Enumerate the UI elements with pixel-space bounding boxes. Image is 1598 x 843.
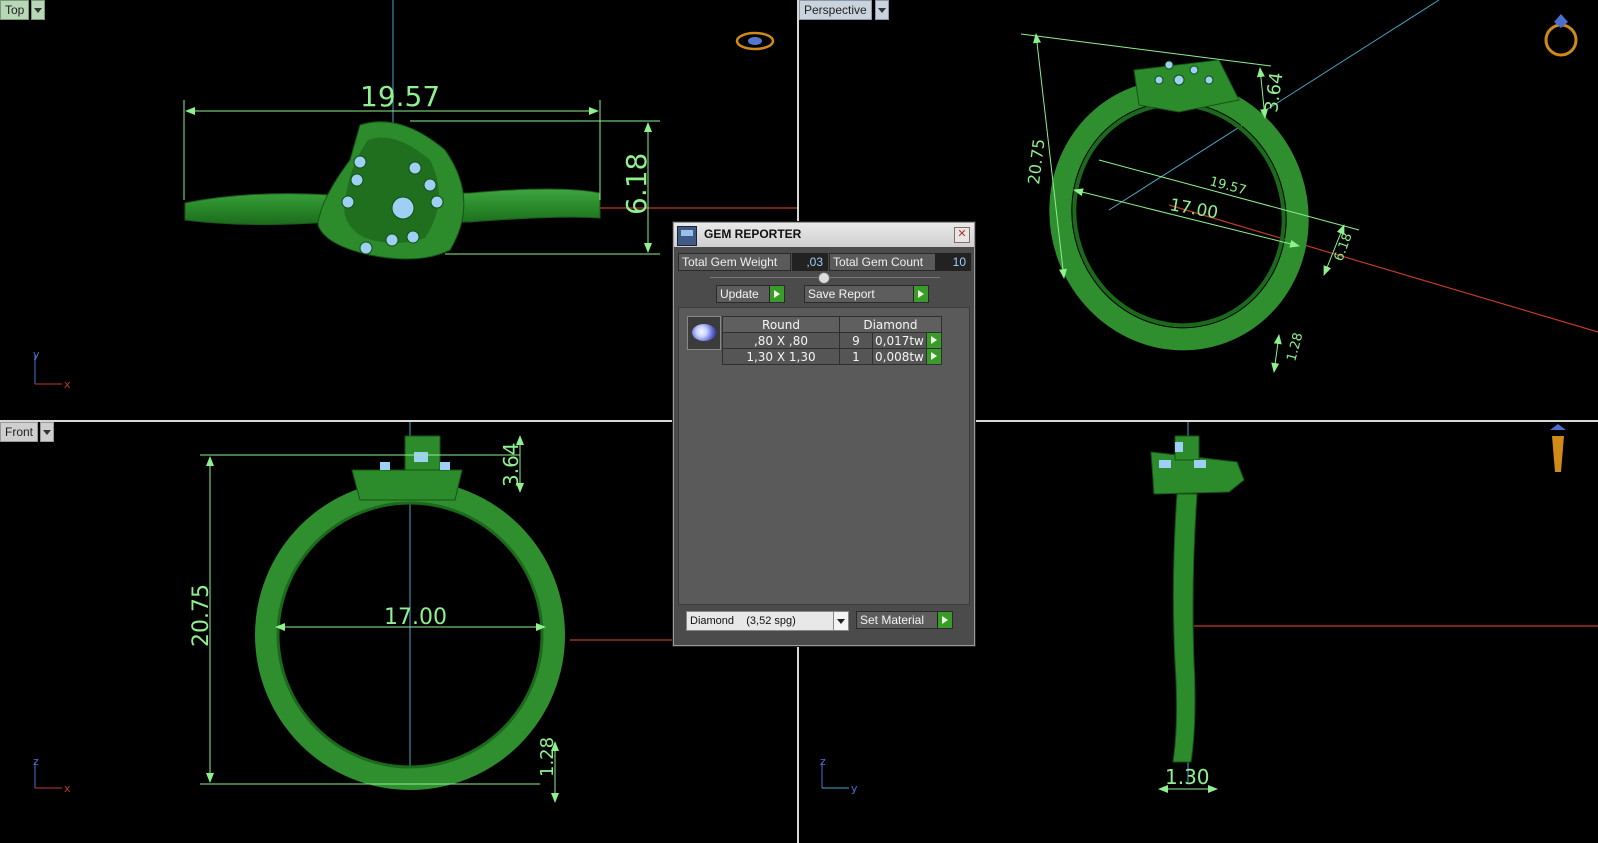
slider-handle[interactable] [818,272,830,284]
viewport-perspective-menu-button[interactable] [875,0,889,20]
dim-front-inner: 17.00 [384,605,447,630]
close-icon[interactable]: ✕ [954,227,970,243]
gem-weight-cell: 0,017tw [872,332,927,349]
viewport-perspective-tab[interactable]: Perspective [799,0,872,20]
total-gem-weight-value: ,03 [792,253,828,271]
svg-text:y: y [33,348,40,361]
viewport-perspective-label: Perspective [804,3,867,17]
axis-triad-top: y x [33,348,71,391]
update-button[interactable]: Update [716,285,785,303]
table-row[interactable]: ,80 X ,80 9 0,017tw [722,332,942,349]
dim-persp-top: 3.64 [1261,71,1287,114]
dim-front-height: 20.75 [189,584,214,647]
gem-type-header: Diamond [839,316,942,333]
axis-triad-right: z y [820,755,858,795]
gem-table: Round Diamond ,80 X ,80 9 0,017tw 1,30 X… [722,316,942,365]
select-gems-arrow-icon[interactable] [925,348,942,365]
set-material-button-label: Set Material [860,613,925,627]
viewport-front-label: Front [5,425,34,439]
dim-persp-height: 20.75 [1024,138,1048,186]
dim-side-width: 1.30 [1165,765,1210,789]
gem-list-area[interactable]: Round Diamond ,80 X ,80 9 0,017tw 1,30 X… [678,307,970,605]
material-select-value: Diamond (3,52 spg) [690,615,796,627]
select-gems-arrow-icon[interactable] [925,332,942,349]
dim-persp-inner: 17.00 [1168,195,1219,223]
viewport-top-menu-button[interactable] [31,0,45,20]
ring-thumbnail-icon [735,31,775,51]
svg-text:z: z [820,755,826,768]
ring-diamond-thumbnail-icon [1544,14,1578,57]
total-gem-weight-label: Total Gem Weight [678,253,791,271]
save-report-button-label: Save Report [808,287,875,301]
dim-front-top: 3.64 [499,442,523,487]
play-arrow-icon [913,286,928,302]
gem-count-cell: 9 [839,332,873,349]
svg-text:z: z [33,755,39,768]
play-arrow-icon [937,612,952,628]
gem-shape-header: Round [722,316,840,333]
gem-count-cell: 1 [839,348,873,365]
viewport-front-menu-button[interactable] [40,422,54,442]
total-gem-count-value: 10 [935,253,971,271]
gem-size-cell: ,80 X ,80 [722,332,840,349]
svg-text:x: x [64,782,71,795]
dim-front-band: 1.28 [537,737,558,777]
viewport-top-tab[interactable]: Top [0,0,30,20]
chevron-down-icon[interactable] [833,612,848,630]
save-report-button[interactable]: Save Report [804,285,929,303]
gem-reporter-dialog[interactable]: GEM REPORTER ✕ Total Gem Weight ,03 Tota… [673,222,975,646]
set-material-button[interactable]: Set Material [856,611,953,629]
round-gem-icon[interactable] [687,316,721,350]
ring-side-thumbnail-icon [1550,424,1566,472]
total-gem-count-label: Total Gem Count [829,253,937,271]
viewport-top-label: Top [5,3,25,17]
axis-triad-front: z x [33,755,71,795]
gem-reporter-title: GEM REPORTER [704,227,802,241]
gem-reporter-titlebar[interactable]: GEM REPORTER ✕ [674,223,974,247]
dim-top-height: 6.18 [620,153,653,215]
dim-persp-depth: 6.18 [1332,231,1356,263]
table-row[interactable]: 1,30 X 1,30 1 0,008tw [722,348,942,365]
dim-persp-band: 1.28 [1284,331,1306,363]
svg-text:x: x [64,378,71,391]
gem-reporter-app-icon [677,226,697,246]
svg-text:y: y [851,782,858,795]
gem-size-cell: 1,30 X 1,30 [722,348,840,365]
dim-top-width: 19.57 [360,80,440,113]
update-button-label: Update [720,287,759,301]
material-select[interactable]: Diamond (3,52 spg) [686,611,849,631]
gem-weight-cell: 0,008tw [872,348,927,365]
viewport-front-tab[interactable]: Front [0,422,39,442]
play-arrow-icon [769,286,784,302]
